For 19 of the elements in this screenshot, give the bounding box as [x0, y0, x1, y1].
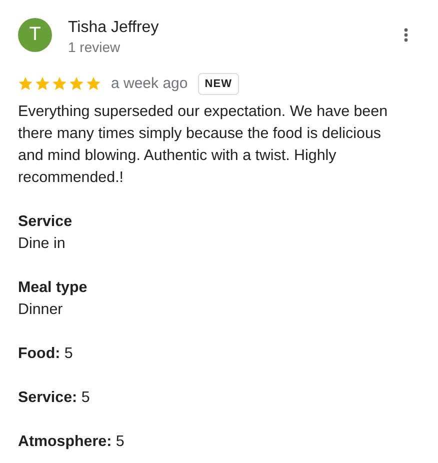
avatar-icon: T [18, 18, 52, 52]
detail-value: Dine in [18, 234, 66, 254]
rating-line: Atmosphere: 5 [18, 432, 126, 452]
detail-label: Meal type [18, 278, 88, 298]
rating-line: Food: 5 [18, 344, 74, 364]
detail-label: Service [18, 212, 74, 232]
new-badge: NEW [198, 72, 240, 95]
more-options-icon[interactable] [404, 28, 408, 42]
star-icon [52, 76, 67, 92]
reviewer-name[interactable]: Tisha Jeffrey [68, 18, 404, 38]
review-count: 1 review [68, 39, 122, 56]
review-time: a week ago [111, 74, 188, 94]
detail-value: Dinner [18, 300, 64, 320]
star-icon [69, 76, 84, 92]
rating-line: Service: 5 [18, 388, 91, 408]
star-icon [18, 76, 33, 92]
star-icon [86, 76, 101, 92]
star-icon [35, 76, 50, 92]
review-text: Everything superseded our expectation. We have been there many times simply because the food is delicious and mind blowing. Authentic with a twist. Highly recommended.! [18, 102, 389, 188]
